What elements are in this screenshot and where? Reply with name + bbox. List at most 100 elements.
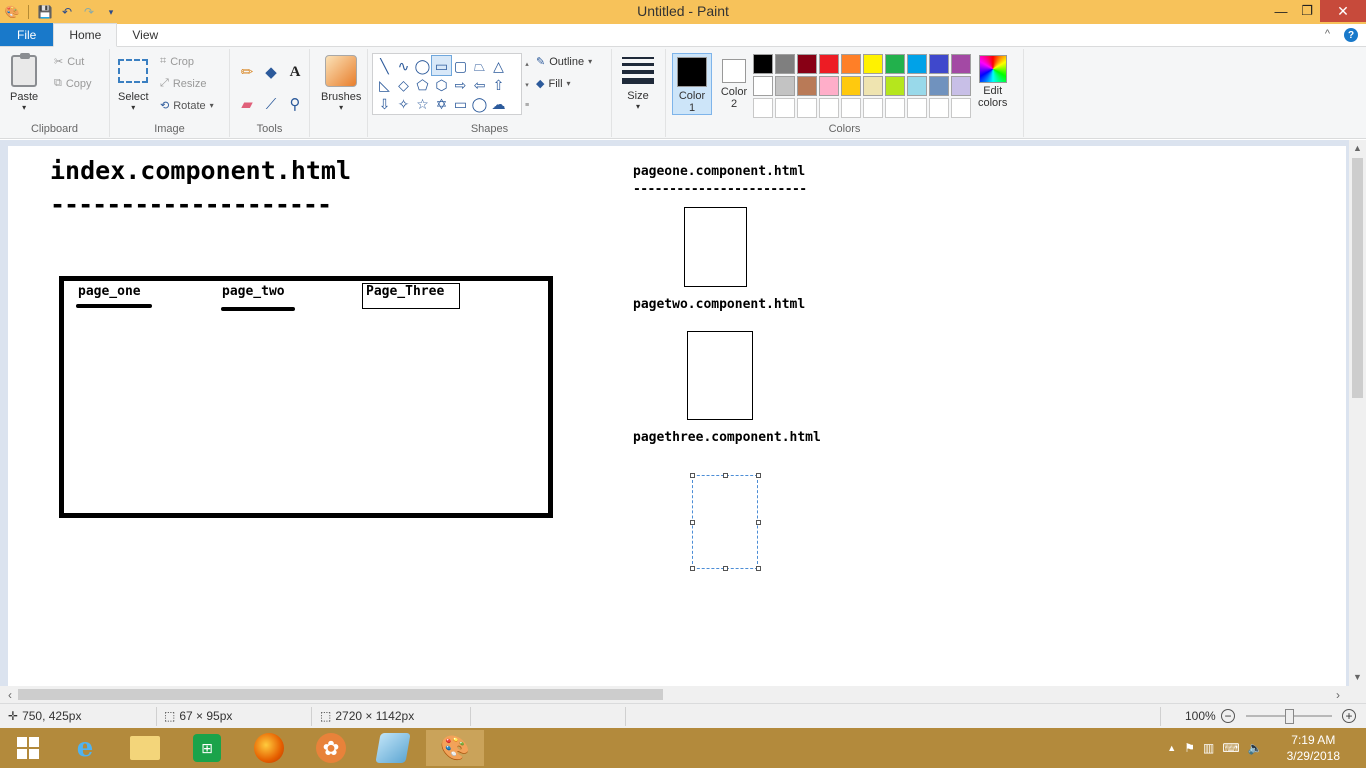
tab-view[interactable]: View — [117, 23, 173, 46]
rounded-rectangle-shape-icon[interactable]: ▢ — [451, 56, 470, 75]
color2-button[interactable]: Color 2 — [714, 53, 754, 115]
eraser-icon[interactable]: ▰ — [236, 93, 258, 115]
selection-handle-top[interactable] — [723, 473, 728, 478]
palette-swatch[interactable] — [929, 76, 949, 96]
paste-button[interactable]: Paste ▾ — [10, 53, 38, 112]
selection-rectangle[interactable] — [692, 475, 758, 569]
hexagon-shape-icon[interactable]: ⬡ — [432, 75, 451, 94]
drawing-canvas[interactable]: index.component.html -------------------… — [8, 146, 1346, 687]
palette-swatch[interactable] — [929, 98, 949, 118]
palette-swatch[interactable] — [819, 76, 839, 96]
palette-swatch[interactable] — [753, 76, 773, 96]
save-icon[interactable]: 💾 — [37, 4, 53, 20]
palette-swatch[interactable] — [797, 98, 817, 118]
rectangle-shape-icon[interactable]: ▭ — [431, 55, 452, 76]
palette-swatch[interactable] — [929, 54, 949, 74]
line-shape-icon[interactable]: ╲ — [375, 56, 394, 75]
zoom-out-button[interactable]: − — [1221, 709, 1235, 723]
outline-button[interactable]: ✎ Outline ▾ — [536, 55, 592, 69]
color1-button[interactable]: Color 1 — [672, 53, 712, 115]
palette-swatch[interactable] — [951, 98, 971, 118]
curve-shape-icon[interactable]: ∿ — [394, 56, 413, 75]
four-point-star-shape-icon[interactable]: ✧ — [394, 94, 413, 113]
magnifier-icon[interactable]: ⚲ — [284, 93, 306, 115]
brushes-button[interactable]: Brushes ▾ — [321, 55, 361, 112]
maximize-button[interactable]: ❐ — [1294, 0, 1320, 22]
palette-swatch[interactable] — [841, 76, 861, 96]
horizontal-scrollbar[interactable]: ‹ › — [0, 686, 1366, 703]
taskbar-firefox[interactable] — [240, 730, 298, 766]
selection-handle-bottom[interactable] — [723, 566, 728, 571]
taskbar-internet-explorer[interactable]: e — [56, 730, 114, 766]
fill-button[interactable]: ◆ Fill ▾ — [536, 77, 571, 91]
help-icon[interactable]: ? — [1344, 28, 1358, 42]
palette-swatch[interactable] — [797, 76, 817, 96]
palette-swatch[interactable] — [885, 76, 905, 96]
tab-home[interactable]: Home — [53, 23, 118, 47]
system-clock[interactable]: 7:19 AM 3/29/2018 — [1287, 732, 1340, 764]
palette-swatch[interactable] — [775, 98, 795, 118]
tab-file[interactable]: File — [0, 23, 54, 46]
palette-swatch[interactable] — [907, 76, 927, 96]
palette-swatch[interactable] — [841, 54, 861, 74]
rotate-button[interactable]: ⟲ Rotate ▾ — [160, 99, 214, 113]
palette-swatch[interactable] — [797, 54, 817, 74]
resize-button[interactable]: ⤢ Resize — [160, 77, 206, 90]
color-picker-icon[interactable]: ⟋ — [260, 93, 282, 115]
palette-swatch[interactable] — [775, 76, 795, 96]
horizontal-scroll-thumb[interactable] — [18, 689, 663, 700]
left-arrow-shape-icon[interactable]: ⇦ — [470, 75, 489, 94]
palette-swatch[interactable] — [885, 98, 905, 118]
palette-swatch[interactable] — [885, 54, 905, 74]
redo-icon[interactable]: ↷ — [81, 4, 97, 20]
shapes-scroll[interactable]: ▴ ▾ ≡ — [522, 53, 532, 115]
customize-qat-icon[interactable]: ▾ — [103, 4, 119, 20]
paint-app-icon[interactable]: 🎨 — [4, 4, 20, 20]
fill-bucket-icon[interactable]: ◆ — [260, 61, 282, 83]
palette-swatch[interactable] — [775, 54, 795, 74]
palette-swatch[interactable] — [907, 54, 927, 74]
selection-handle-left[interactable] — [690, 520, 695, 525]
copy-button[interactable]: ⧉ Copy — [54, 77, 92, 90]
down-arrow-shape-icon[interactable]: ⇩ — [375, 94, 394, 113]
keyboard-icon[interactable]: ⌨ — [1222, 741, 1239, 755]
selection-handle-top-left[interactable] — [690, 473, 695, 478]
scroll-down-icon[interactable]: ▼ — [1349, 669, 1366, 685]
oval-shape-icon[interactable]: ◯ — [413, 56, 432, 75]
taskbar-file-explorer[interactable] — [116, 730, 174, 766]
vertical-scrollbar[interactable]: ▲ ▼ — [1349, 140, 1366, 687]
crop-button[interactable]: ⌗ Crop — [160, 55, 194, 68]
taskbar-notepad[interactable] — [364, 730, 422, 766]
cloud-callout-shape-icon[interactable]: ☁ — [489, 94, 508, 113]
palette-swatch[interactable] — [819, 54, 839, 74]
text-icon[interactable]: A — [284, 61, 306, 83]
five-point-star-shape-icon[interactable]: ☆ — [413, 94, 432, 113]
palette-swatch[interactable] — [863, 98, 883, 118]
zoom-in-button[interactable]: + — [1342, 709, 1356, 723]
scroll-right-icon[interactable]: › — [1330, 686, 1346, 703]
zoom-slider-thumb[interactable] — [1285, 709, 1294, 724]
selection-handle-right[interactable] — [756, 520, 761, 525]
palette-swatch[interactable] — [753, 98, 773, 118]
up-arrow-shape-icon[interactable]: ⇧ — [489, 75, 508, 94]
vertical-scroll-thumb[interactable] — [1352, 158, 1363, 398]
selection-handle-top-right[interactable] — [756, 473, 761, 478]
pencil-icon[interactable]: ✏ — [236, 61, 258, 83]
palette-swatch[interactable] — [907, 98, 927, 118]
close-button[interactable]: ✕ — [1320, 0, 1366, 22]
right-triangle-shape-icon[interactable]: ◺ — [375, 75, 394, 94]
start-button[interactable] — [0, 730, 56, 766]
palette-swatch[interactable] — [819, 98, 839, 118]
shapes-scroll-down-icon[interactable]: ▾ — [525, 81, 529, 89]
select-button[interactable]: Select ▾ — [118, 59, 149, 112]
size-button[interactable]: Size ▾ — [622, 57, 654, 111]
pentagon-shape-icon[interactable]: ⬠ — [413, 75, 432, 94]
six-point-star-shape-icon[interactable]: ✡ — [432, 94, 451, 113]
palette-swatch[interactable] — [753, 54, 773, 74]
taskbar-paint[interactable]: 🎨 — [426, 730, 484, 766]
scroll-up-icon[interactable]: ▲ — [1349, 140, 1366, 156]
palette-swatch[interactable] — [841, 98, 861, 118]
shapes-expand-icon[interactable]: ≡ — [525, 102, 529, 109]
palette-swatch[interactable] — [951, 76, 971, 96]
palette-swatch[interactable] — [863, 76, 883, 96]
